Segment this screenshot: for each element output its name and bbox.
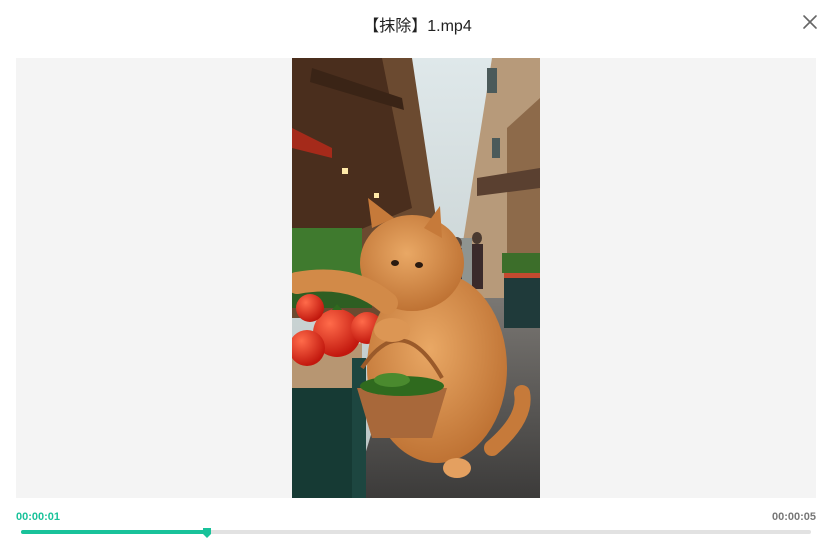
close-button[interactable] xyxy=(800,12,820,32)
scrubber-handle[interactable] xyxy=(202,525,211,538)
progress-bar[interactable] xyxy=(21,528,811,538)
video-stage xyxy=(16,58,816,498)
video-image xyxy=(292,58,540,498)
scrubber-icon xyxy=(202,528,211,538)
total-time: 00:00:05 xyxy=(771,511,816,523)
dialog-title: 【抹除】1.mp4 xyxy=(363,18,472,35)
close-icon xyxy=(803,15,817,29)
progress-fill xyxy=(21,530,207,534)
video-frame[interactable] xyxy=(292,58,540,498)
current-time: 00:00:01 xyxy=(16,511,61,523)
